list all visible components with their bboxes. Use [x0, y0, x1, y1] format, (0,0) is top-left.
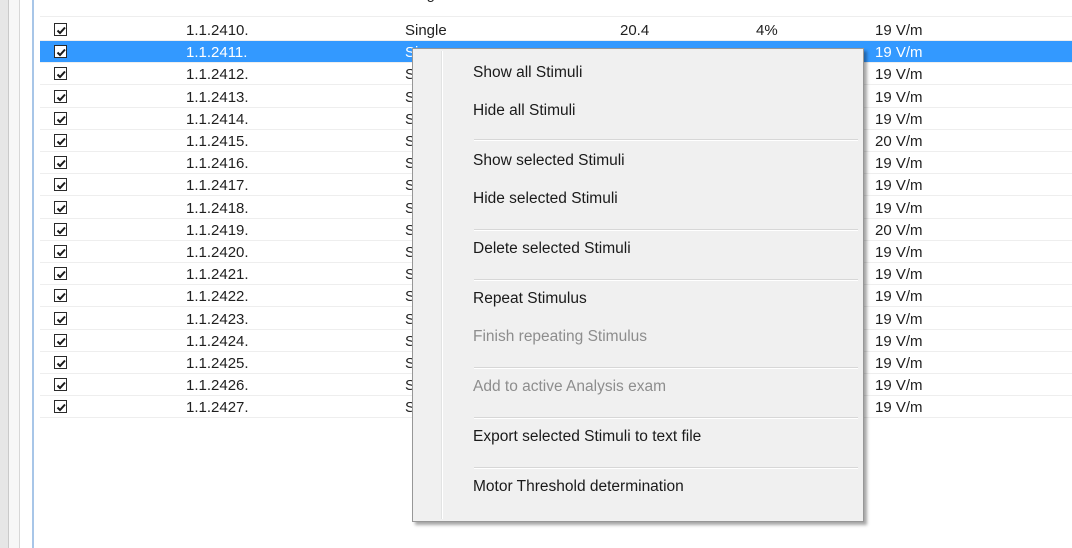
stimulus-field: 19 V/m	[875, 44, 923, 62]
checkbox-checked-icon[interactable]	[54, 23, 67, 36]
stimulus-id: 1.1.2420.	[186, 244, 249, 261]
checkbox-checked-icon[interactable]	[54, 200, 67, 214]
menu-item-label: Repeat Stimulus	[473, 290, 587, 307]
splitter[interactable]	[9, 0, 20, 548]
table-row[interactable]: 1.1.2410. Single 20.4 4% 19 V/m	[40, 19, 1072, 41]
menu-separator	[474, 229, 858, 231]
checkbox-checked-icon[interactable]	[54, 222, 67, 236]
stimulus-id: 1.1.2409.	[186, 0, 249, 3]
menu-item-motor-threshold-determination[interactable]: Motor Threshold determination	[416, 473, 860, 501]
stimulus-field: 19 V/m	[875, 266, 923, 284]
menu-separator	[474, 367, 858, 369]
stimulus-field: 19 V/m	[875, 377, 923, 395]
checkbox-checked-icon[interactable]	[54, 156, 67, 170]
table-row[interactable]: 1.1.2409. Single 20.4 4% 19 V/m	[40, 0, 1072, 17]
menu-item-add-to-active-analysis-exam: Add to active Analysis exam	[416, 373, 860, 401]
stimulus-field: 19 V/m	[875, 288, 923, 306]
checkbox-checked-icon[interactable]	[54, 178, 67, 192]
menu-item-label: Add to active Analysis exam	[473, 378, 666, 395]
checkbox-checked-icon[interactable]	[54, 89, 67, 103]
stimulus-value: 20.4	[620, 22, 650, 39]
stimulus-field: 19 V/m	[875, 355, 923, 372]
menu-item-repeat-stimulus[interactable]: Repeat Stimulus	[416, 285, 860, 313]
stimulus-field: 19 V/m	[875, 310, 923, 328]
stimulus-field: 19 V/m	[875, 22, 923, 39]
stimulus-field: 19 V/m	[875, 66, 923, 84]
menu-separator	[474, 417, 858, 419]
stimulus-id: 1.1.2411.	[186, 44, 248, 62]
checkbox-checked-icon[interactable]	[54, 134, 67, 147]
checkbox-checked-icon[interactable]	[54, 333, 67, 347]
menu-separator	[474, 139, 858, 141]
stimulus-field: 19 V/m	[875, 88, 923, 106]
menu-item-label: Delete selected Stimuli	[473, 240, 631, 257]
stimulus-type: Single	[405, 0, 447, 3]
stimulus-id: 1.1.2417.	[186, 177, 249, 195]
stimulus-field: 19 V/m	[875, 110, 923, 128]
stimulus-value: 20.4	[620, 0, 649, 3]
stimulus-id: 1.1.2427.	[186, 399, 249, 417]
menu-item-show-selected-stimuli[interactable]: Show selected Stimuli	[416, 147, 860, 175]
stimulus-field: 19 V/m	[875, 155, 923, 173]
stimulus-type: Single	[405, 22, 447, 39]
menu-item-label: Export selected Stimuli to text file	[473, 428, 702, 445]
menu-item-show-all-stimuli[interactable]: Show all Stimuli	[416, 59, 860, 87]
stimulus-id: 1.1.2414.	[186, 110, 249, 128]
stimulus-id: 1.1.2422.	[186, 288, 249, 306]
stimulus-id: 1.1.2419.	[186, 221, 249, 239]
checkbox-checked-icon[interactable]	[54, 267, 67, 281]
menu-item-label: Hide selected Stimuli	[473, 190, 618, 207]
stimulus-id: 1.1.2426.	[186, 377, 249, 395]
stimulus-id: 1.1.2412.	[186, 66, 249, 84]
stimulus-id: 1.1.2416.	[186, 155, 249, 173]
stimulus-id: 1.1.2413.	[186, 88, 249, 106]
stimulus-id: 1.1.2423.	[186, 310, 249, 328]
checkbox-checked-icon[interactable]	[54, 311, 67, 325]
stimulus-field: 19 V/m	[875, 244, 923, 261]
checkbox-checked-icon[interactable]	[54, 400, 67, 414]
checkbox-checked-icon[interactable]	[54, 245, 67, 258]
checkbox-checked-icon[interactable]	[54, 45, 67, 59]
stimulus-field: 19 V/m	[875, 0, 923, 3]
menu-item-label: Motor Threshold determination	[473, 478, 684, 495]
stimulus-id: 1.1.2410.	[186, 22, 249, 39]
menu-item-label: Finish repeating Stimulus	[473, 328, 648, 345]
stimulus-field: 19 V/m	[875, 177, 923, 195]
stimulus-field: 19 V/m	[875, 199, 923, 217]
stimulus-id: 1.1.2418.	[186, 199, 249, 217]
checkbox-checked-icon[interactable]	[54, 356, 67, 369]
stimulus-percent: 4%	[756, 22, 778, 39]
checkbox-checked-icon[interactable]	[54, 111, 67, 125]
left-panel-edge	[0, 0, 9, 548]
tree-line	[32, 0, 34, 548]
menu-item-label: Hide all Stimuli	[473, 102, 576, 119]
stimulus-field: 20 V/m	[875, 133, 923, 150]
stimulus-id: 1.1.2421.	[186, 266, 249, 284]
stimulus-id: 1.1.2425.	[186, 355, 249, 372]
checkbox-checked-icon[interactable]	[54, 67, 67, 81]
menu-item-hide-all-stimuli[interactable]: Hide all Stimuli	[416, 97, 860, 125]
menu-item-finish-repeating-stimulus: Finish repeating Stimulus	[416, 323, 860, 351]
stimulus-field: 20 V/m	[875, 221, 923, 239]
stimulus-field: 19 V/m	[875, 399, 923, 417]
context-menu: Show all Stimuli Hide all Stimuli Show sel…	[412, 48, 864, 522]
stimulus-field: 19 V/m	[875, 332, 923, 350]
stimuli-window: 1.1.2409. Single 20.4 4% 19 V/m 1.1.2410. Sing…	[0, 0, 1072, 548]
checkbox-checked-icon[interactable]	[54, 289, 67, 303]
stimulus-id: 1.1.2415.	[186, 133, 249, 150]
menu-item-label: Show all Stimuli	[473, 64, 583, 81]
menu-separator	[474, 467, 858, 469]
stimulus-percent: 4%	[756, 0, 778, 3]
menu-item-delete-selected-stimuli[interactable]: Delete selected Stimuli	[416, 235, 860, 263]
menu-separator	[474, 279, 858, 281]
menu-item-hide-selected-stimuli[interactable]: Hide selected Stimuli	[416, 185, 860, 213]
checkbox-checked-icon[interactable]	[54, 378, 67, 392]
menu-item-export-selected-stimuli-to-text-file[interactable]: Export selected Stimuli to text file	[416, 423, 860, 451]
stimulus-id: 1.1.2424.	[186, 332, 249, 350]
menu-item-label: Show selected Stimuli	[473, 152, 625, 169]
